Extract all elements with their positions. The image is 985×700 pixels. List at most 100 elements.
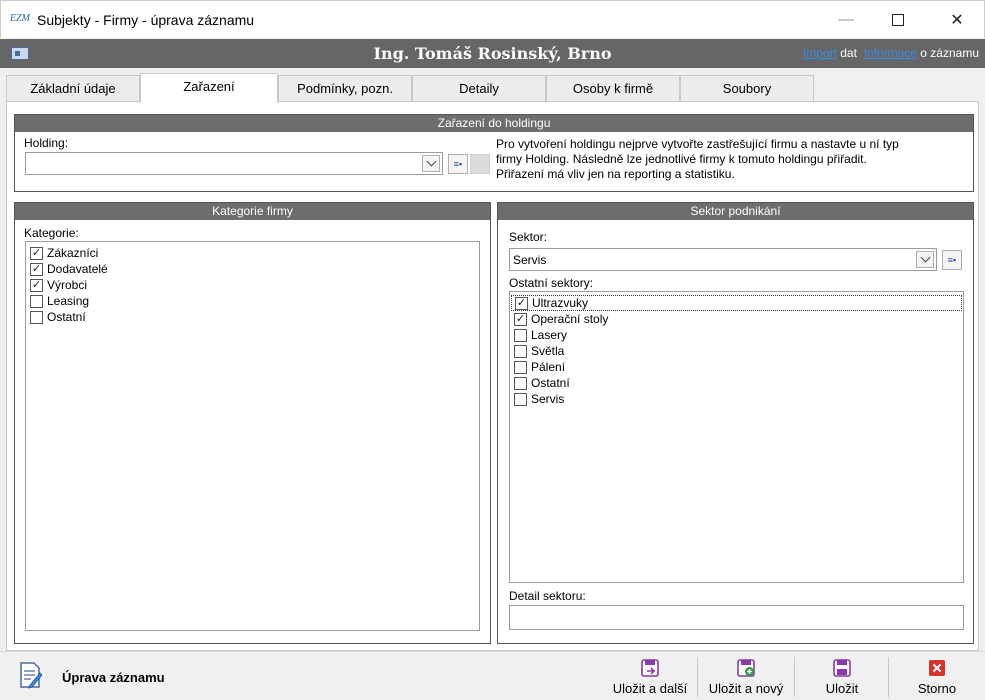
category-group-title: Kategorie firmy xyxy=(15,203,490,220)
checkbox-icon[interactable] xyxy=(514,344,527,358)
checkbox-icon[interactable] xyxy=(514,376,527,390)
maximize-button[interactable] xyxy=(875,1,921,39)
sector-item-label: Lasery xyxy=(531,328,568,342)
save-and-new-label: Uložit a nový xyxy=(708,681,784,696)
save-next-icon xyxy=(641,659,659,677)
toolbar-separator xyxy=(794,657,795,697)
minimize-button[interactable]: — xyxy=(823,1,869,39)
chevron-down-icon[interactable] xyxy=(422,155,440,172)
sector-group: Sektor podnikání Sektor: Servis ≡▪ Ostat… xyxy=(497,202,974,644)
tab-detaily[interactable]: Detaily xyxy=(412,75,546,103)
sector-group-title: Sektor podnikání xyxy=(498,203,973,220)
checkbox-icon[interactable]: ✓ xyxy=(30,278,43,292)
hint-line: Pro vytvoření holdingu nejprve vytvořte … xyxy=(496,137,899,151)
import-suffix: dat xyxy=(840,46,857,60)
category-item-ostatni[interactable]: Ostatní xyxy=(26,309,479,325)
category-item-label: Leasing xyxy=(47,294,90,308)
maximize-icon xyxy=(892,14,904,26)
sector-item-label: Servis xyxy=(531,392,565,406)
checkbox-icon[interactable] xyxy=(514,392,527,406)
holding-group-title: Zařazení do holdingu xyxy=(15,115,973,132)
sector-item-operacni-stoly[interactable]: ✓ Operační stoly xyxy=(510,311,963,327)
toolbar-separator xyxy=(888,657,889,697)
holding-group: Zařazení do holdingu Holding: ≡▪ Pro vyt… xyxy=(14,114,974,192)
sector-item-ostatni[interactable]: Ostatní xyxy=(510,375,963,391)
info-suffix: o záznamu xyxy=(920,46,979,60)
sector-item-ultrazvuky[interactable]: ✓ Ultrazvuky xyxy=(511,295,962,311)
import-link[interactable]: Import xyxy=(803,46,837,60)
holding-combobox[interactable] xyxy=(25,152,443,175)
action-bar: Úprava záznamu Uložit a další Uložit a n… xyxy=(0,651,985,700)
checkbox-icon[interactable] xyxy=(30,310,43,324)
category-item-label: Zákazníci xyxy=(47,246,99,260)
category-item-vyrobci[interactable]: ✓ Výrobci xyxy=(26,277,479,293)
save-and-new-button[interactable]: Uložit a nový xyxy=(700,655,792,699)
tab-soubory[interactable]: Soubory xyxy=(680,75,814,103)
tab-podminky[interactable]: Podmínky, pozn. xyxy=(278,75,412,103)
tab-zarazeni[interactable]: Zařazení xyxy=(140,73,278,103)
chevron-down-icon[interactable] xyxy=(916,251,934,268)
category-item-label: Ostatní xyxy=(47,310,86,324)
sector-detail-input[interactable] xyxy=(509,605,964,630)
sector-item-label: Ultrazvuky xyxy=(532,296,589,310)
category-item-dodavatele[interactable]: ✓ Dodavatelé xyxy=(26,261,479,277)
checkbox-icon[interactable]: ✓ xyxy=(514,312,527,326)
info-link[interactable]: Informace xyxy=(864,46,917,60)
sector-combobox[interactable]: Servis xyxy=(509,248,937,271)
holding-clear-button[interactable] xyxy=(470,154,490,174)
checkbox-icon[interactable] xyxy=(514,360,527,374)
hint-line: Přiřazení má vliv jen na reporting a sta… xyxy=(496,167,735,181)
holding-select-button[interactable]: ≡▪ xyxy=(448,154,468,174)
list-select-icon: ≡▪ xyxy=(453,159,463,169)
tab-osoby-k-firme[interactable]: Osoby k firmě xyxy=(546,75,680,103)
sector-value: Servis xyxy=(513,253,547,267)
tab-zakladni-udaje[interactable]: Základní údaje xyxy=(6,75,140,103)
tab-content: Zařazení do holdingu Holding: ≡▪ Pro vyt… xyxy=(6,101,979,651)
save-label: Uložit xyxy=(825,681,859,696)
save-new-icon xyxy=(737,659,755,677)
app-logo-icon: EZM xyxy=(10,13,30,24)
category-label: Kategorie: xyxy=(24,226,79,240)
category-item-leasing[interactable]: Leasing xyxy=(26,293,479,309)
sector-item-label: Operační stoly xyxy=(531,312,609,326)
checkbox-icon[interactable]: ✓ xyxy=(30,246,43,260)
save-and-next-label: Uložit a další xyxy=(612,681,688,696)
sector-detail-label: Detail sektoru: xyxy=(509,589,586,603)
edit-document-icon xyxy=(20,662,42,689)
record-header: Ing. Tomáš Rosinský, Brno Import dat Inf… xyxy=(0,39,985,68)
sector-item-lasery[interactable]: Lasery xyxy=(510,327,963,343)
toolbar-separator xyxy=(697,657,698,697)
save-button[interactable]: Uložit xyxy=(798,655,886,699)
cancel-label: Storno xyxy=(917,681,957,696)
category-item-label: Dodavatelé xyxy=(47,262,108,276)
window-titlebar: EZM Subjekty - Firmy - úprava záznamu — … xyxy=(0,0,985,38)
hint-line: firmy Holding. Následně lze jednotlivé f… xyxy=(496,152,867,166)
other-sectors-label: Ostatní sektory: xyxy=(509,276,594,290)
checkbox-icon[interactable]: ✓ xyxy=(515,296,528,310)
window-title: Subjekty - Firmy - úprava záznamu xyxy=(37,12,255,28)
sector-item-svetla[interactable]: Světla xyxy=(510,343,963,359)
cancel-button[interactable]: Storno xyxy=(892,655,982,699)
checkbox-icon[interactable] xyxy=(30,294,43,308)
category-group: Kategorie firmy Kategorie: ✓ Zákazníci ✓ D… xyxy=(14,202,491,644)
sector-item-label: Ostatní xyxy=(531,376,570,390)
sector-item-label: Pálení xyxy=(531,360,566,374)
checkbox-icon[interactable]: ✓ xyxy=(30,262,43,276)
checkbox-icon[interactable] xyxy=(514,328,527,342)
category-checklist[interactable]: ✓ Zákazníci ✓ Dodavatelé ✓ Výrobci Leasing … xyxy=(25,241,480,631)
sector-label: Sektor: xyxy=(509,230,548,244)
cancel-icon xyxy=(929,660,945,676)
sector-item-label: Světla xyxy=(531,344,565,358)
save-icon xyxy=(833,659,851,677)
other-sectors-checklist[interactable]: ✓ Ultrazvuky ✓ Operační stoly Lasery Světl… xyxy=(509,291,964,583)
category-item-zakaznici[interactable]: ✓ Zákazníci xyxy=(26,245,479,261)
sector-item-servis[interactable]: Servis xyxy=(510,391,963,407)
category-item-label: Výrobci xyxy=(47,278,88,292)
sector-item-paleni[interactable]: Pálení xyxy=(510,359,963,375)
sector-select-button[interactable]: ≡▪ xyxy=(942,250,962,270)
close-button[interactable]: ✕ xyxy=(934,1,980,39)
list-select-icon: ≡▪ xyxy=(947,255,957,265)
save-and-next-button[interactable]: Uložit a další xyxy=(606,655,694,699)
header-links: Import dat Informace o záznamu xyxy=(803,46,979,60)
holding-hint: Pro vytvoření holdingu nejprve vytvořte … xyxy=(496,137,899,182)
